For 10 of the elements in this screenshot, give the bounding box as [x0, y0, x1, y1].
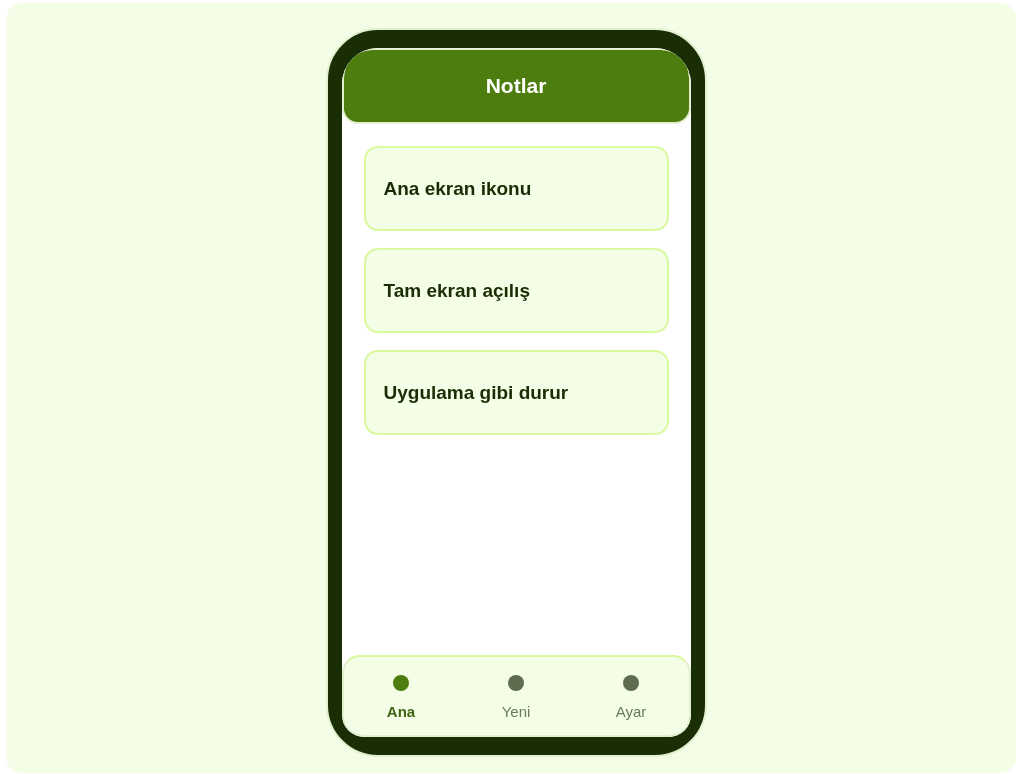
dot-icon: [508, 675, 524, 691]
dot-icon: [623, 675, 639, 691]
nav-tab[interactable]: Ayar: [573, 657, 689, 735]
nav-tab[interactable]: Ana: [343, 657, 459, 735]
window-title: Notlar: [485, 74, 547, 98]
note-card[interactable]: Ana ekran ikonu: [363, 146, 669, 231]
note-card[interactable]: Uygulama gibi durur: [363, 350, 669, 435]
dot-icon: [393, 675, 409, 691]
note-card[interactable]: Tam ekran açılış: [363, 248, 669, 333]
nav-tab[interactable]: Yeni: [458, 657, 574, 735]
